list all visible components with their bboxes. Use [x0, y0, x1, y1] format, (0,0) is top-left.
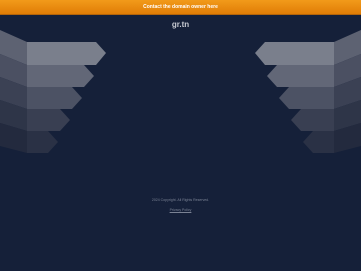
privacy-policy-row: Privacy Policy [0, 208, 361, 212]
copyright-text: 2024 Copyright. All Rights Reserved. [151, 198, 210, 202]
contact-owner-link[interactable]: Contact the domain owner here [143, 4, 218, 10]
decorative-arrows-left [0, 30, 106, 153]
domain-title: gr.tn [171, 20, 190, 29]
privacy-policy-link[interactable]: Privacy Policy [170, 208, 192, 212]
contact-owner-bar[interactable]: Contact the domain owner here [0, 0, 361, 15]
decorative-arrows-right [255, 30, 361, 153]
